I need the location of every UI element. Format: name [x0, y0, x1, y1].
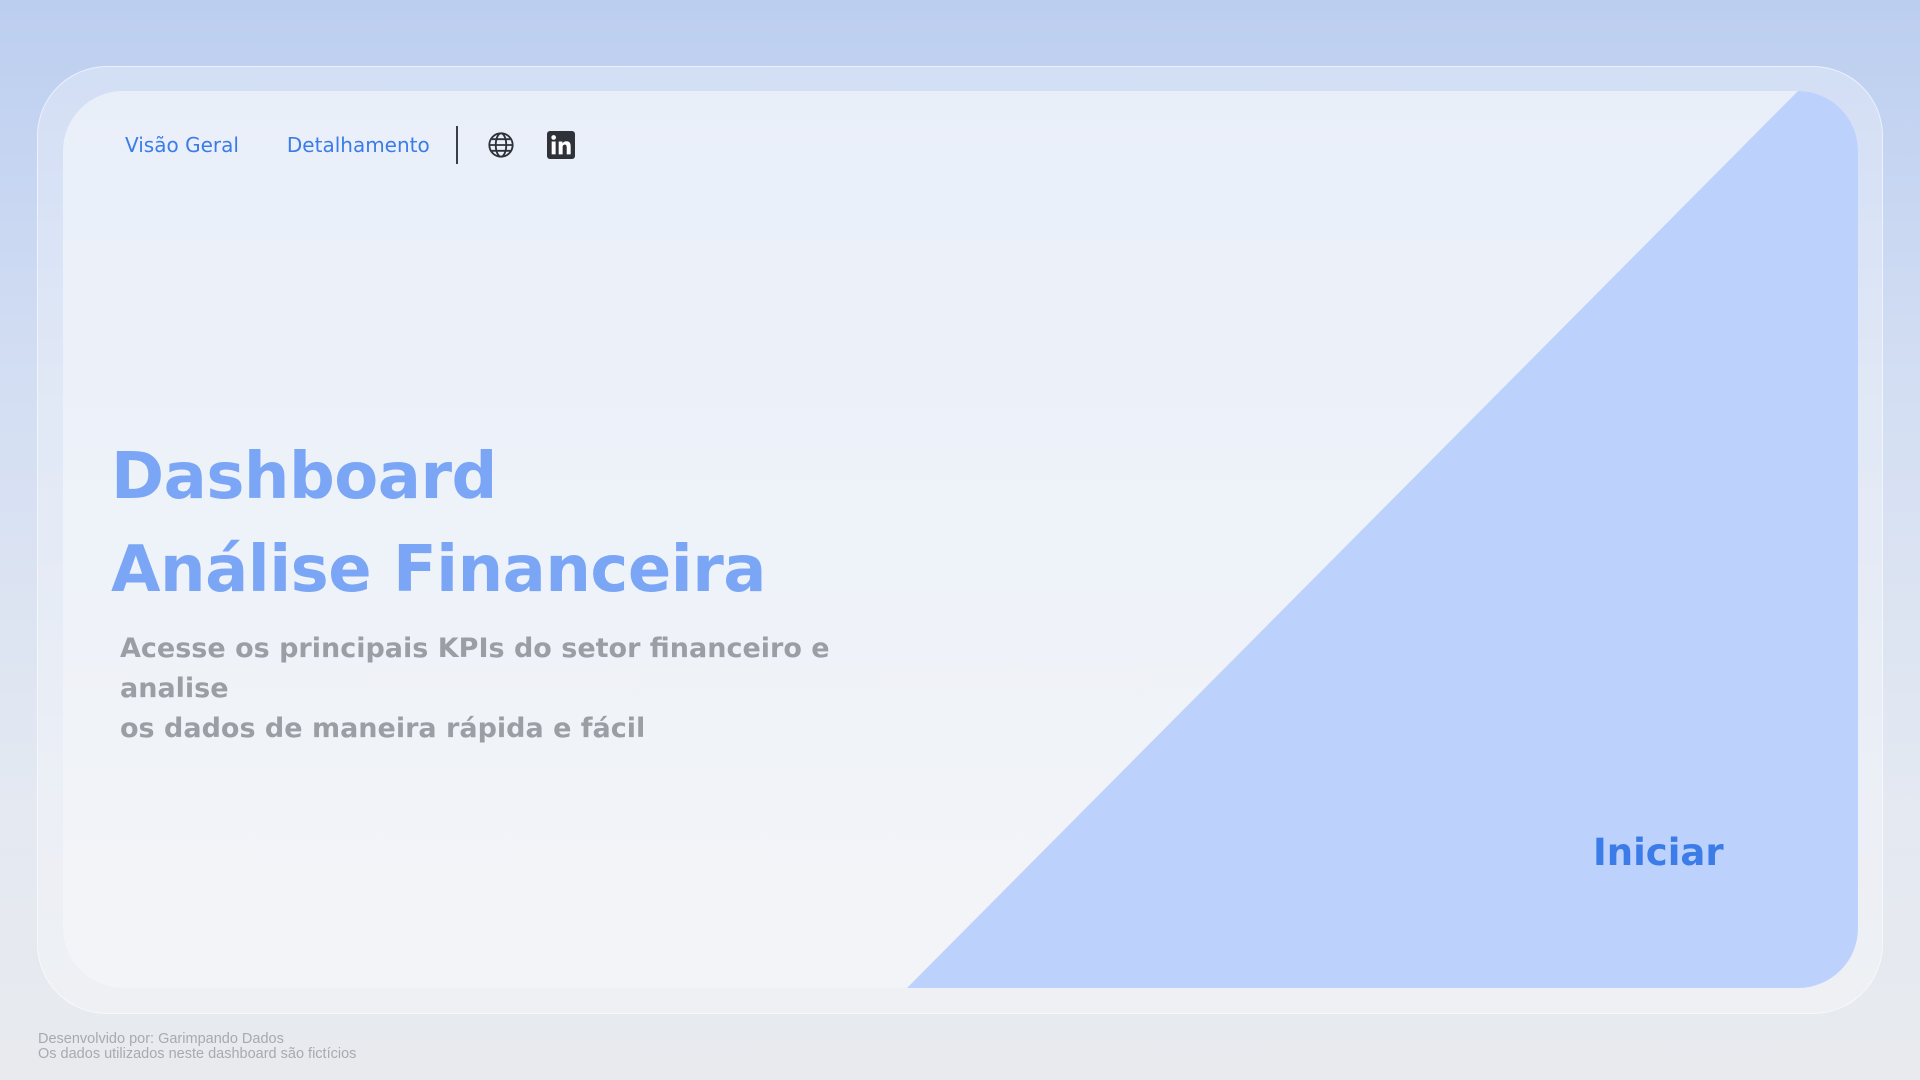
- globe-icon[interactable]: [486, 130, 516, 160]
- nav-link-visao-geral[interactable]: Visão Geral: [125, 133, 239, 157]
- start-button[interactable]: Iniciar: [1593, 822, 1793, 882]
- hero-card: Visão Geral Detalhamento Dashboard Análi…: [63, 91, 1858, 988]
- top-navigation: Visão Geral Detalhamento: [125, 121, 576, 169]
- nav-link-detalhamento[interactable]: Detalhamento: [287, 133, 430, 157]
- footer-author: Desenvolvido por: Garimpando Dados: [38, 1031, 284, 1047]
- hero-description-line1: Acesse os principais KPIs do setor finan…: [120, 633, 830, 704]
- footer-disclaimer: Os dados utilizados neste dashboard são …: [38, 1046, 357, 1062]
- page-title-line1: Dashboard: [111, 440, 497, 514]
- page-title-line2: Análise Financeira: [111, 533, 766, 607]
- footer-credits: Desenvolvido por: Garimpando Dados Os da…: [38, 1032, 356, 1062]
- hero-description-line2: os dados de maneira rápida e fácil: [120, 713, 646, 744]
- linkedin-icon[interactable]: [546, 130, 576, 160]
- hero-description: Acesse os principais KPIs do setor finan…: [120, 629, 920, 749]
- nav-divider: [455, 126, 458, 164]
